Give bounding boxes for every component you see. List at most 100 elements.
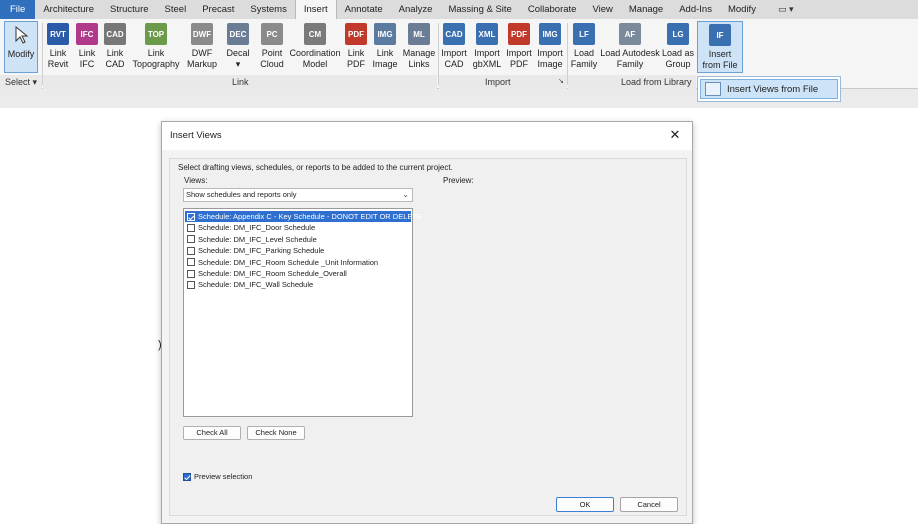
- link-button-2[interactable]: CAD Link CAD: [102, 21, 128, 73]
- tab-massing-site[interactable]: Massing & Site: [440, 0, 519, 19]
- library-if-icon: IF: [709, 24, 731, 46]
- library-button-label: Load Autodesk: [600, 48, 660, 58]
- list-item-label: Schedule: DM_IFC_Wall Schedule: [198, 280, 314, 290]
- link-button-sublabel: Markup: [186, 59, 217, 69]
- list-item-checkbox[interactable]: [187, 258, 195, 267]
- list-item-label: Schedule: DM_IFC_Level Schedule: [198, 234, 317, 244]
- link-rvt-icon: RVT: [47, 23, 69, 45]
- modify-button[interactable]: Modify: [4, 21, 38, 73]
- list-item-label: Schedule: DM_IFC_Room Schedule _Unit Inf…: [198, 257, 379, 267]
- list-item[interactable]: Schedule: DM_IFC_Wall Schedule: [185, 279, 411, 290]
- import-panel-label: Import: [485, 77, 511, 87]
- import-button-label: Import: [537, 48, 563, 58]
- dialog-body: Select drafting views, schedules, or rep…: [169, 158, 687, 516]
- link-button-9[interactable]: IMG Link Image: [370, 21, 400, 73]
- import-button-sublabel: Image: [537, 59, 563, 69]
- views-label: Views:: [184, 176, 208, 185]
- link-pc-icon: PC: [261, 23, 283, 45]
- link-button-8[interactable]: PDF Link PDF: [344, 21, 368, 73]
- tab-systems[interactable]: Systems: [242, 0, 294, 19]
- import-button-label: Import: [441, 48, 467, 58]
- link-button-4[interactable]: DWF DWF Markup: [184, 21, 220, 73]
- import-button-3[interactable]: IMG Import Image: [535, 21, 565, 73]
- views-filter-select[interactable]: Show schedules and reports only ⌄: [183, 188, 413, 202]
- import-button-0[interactable]: CAD Import CAD: [440, 21, 468, 73]
- tab-annotate[interactable]: Annotate: [337, 0, 391, 19]
- link-button-label: Manage: [402, 48, 436, 58]
- list-item[interactable]: Schedule: DM_IFC_Parking Schedule: [185, 245, 411, 256]
- tab-collaborate[interactable]: Collaborate: [520, 0, 585, 19]
- preview-selection-toggle[interactable]: Preview selection: [183, 472, 252, 481]
- preview-selection-checkbox[interactable]: [183, 472, 191, 481]
- tab-structure[interactable]: Structure: [102, 0, 157, 19]
- cancel-button[interactable]: Cancel: [620, 497, 678, 512]
- tab-architecture[interactable]: Architecture: [35, 0, 102, 19]
- chevron-down-icon: ⌄: [402, 190, 409, 199]
- list-item-checkbox[interactable]: [187, 212, 195, 221]
- import-button-label: Import: [506, 48, 532, 58]
- link-button-5[interactable]: DEC Decal ▾: [222, 21, 254, 73]
- link-button-label: Link: [106, 48, 124, 58]
- import-dialog-launcher-icon[interactable]: ↘: [558, 77, 564, 85]
- dialog-title: Insert Views: [162, 122, 692, 150]
- library-button-2[interactable]: LG Load as Group: [662, 21, 694, 73]
- library-button-1[interactable]: AF Load Autodesk Family: [599, 21, 661, 73]
- link-button-6[interactable]: PC Point Cloud: [256, 21, 288, 73]
- link-cm-icon: CM: [304, 23, 326, 45]
- link-button-7[interactable]: CM Coordination Model: [288, 21, 342, 73]
- cursor-arrow-icon: [10, 24, 32, 46]
- select-panel-label[interactable]: Select ▾: [5, 77, 37, 88]
- list-item[interactable]: Schedule: Appendix C - Key Schedule - DO…: [185, 211, 422, 222]
- list-item-label: Schedule: DM_IFC_Door Schedule: [198, 223, 316, 233]
- list-item-checkbox[interactable]: [187, 280, 195, 289]
- library-button-sublabel: from File: [702, 60, 738, 70]
- import-button-2[interactable]: PDF Import PDF: [505, 21, 533, 73]
- list-item-label: Schedule: Appendix C - Key Schedule - DO…: [198, 212, 422, 221]
- ok-button[interactable]: OK: [556, 497, 614, 512]
- insert-views-from-file-item[interactable]: Insert Views from File: [700, 79, 838, 99]
- tab-precast[interactable]: Precast: [194, 0, 242, 19]
- link-button-1[interactable]: IFC Link IFC: [74, 21, 100, 73]
- link-button-label: Link: [376, 48, 394, 58]
- link-button-label: DWF: [191, 48, 213, 58]
- link-button-label: Link: [347, 48, 365, 58]
- views-filter-value: Show schedules and reports only: [186, 190, 297, 199]
- import-cad-icon: CAD: [443, 23, 465, 45]
- close-icon[interactable]: ✕: [668, 128, 682, 142]
- tab-steel[interactable]: Steel: [157, 0, 195, 19]
- library-button-label: Load: [573, 48, 595, 58]
- list-item[interactable]: Schedule: DM_IFC_Room Schedule _Unit Inf…: [185, 257, 411, 268]
- list-item[interactable]: Schedule: DM_IFC_Level Schedule: [185, 234, 411, 245]
- link-button-3[interactable]: TOP Link Topography: [130, 21, 182, 73]
- insert-views-dialog: Insert Views ✕ Select drafting views, sc…: [161, 121, 693, 524]
- panel-toggle-icon[interactable]: ▭ ▾: [778, 0, 794, 19]
- tab-add-ins[interactable]: Add-Ins: [671, 0, 720, 19]
- import-img-icon: IMG: [539, 23, 561, 45]
- list-item[interactable]: Schedule: DM_IFC_Room Schedule_Overall: [185, 268, 411, 279]
- import-button-1[interactable]: XML Import gbXML: [471, 21, 503, 73]
- link-ifc-icon: IFC: [76, 23, 98, 45]
- import-button-sublabel: CAD: [444, 59, 464, 69]
- tab-insert[interactable]: Insert: [294, 0, 337, 19]
- list-item-checkbox[interactable]: [187, 235, 195, 244]
- list-item-checkbox[interactable]: [187, 269, 195, 278]
- tab-manage[interactable]: Manage: [621, 0, 671, 19]
- link-button-10[interactable]: ML Manage Links: [402, 21, 436, 73]
- check-all-button[interactable]: Check All: [183, 426, 241, 440]
- list-item-checkbox[interactable]: [187, 246, 195, 255]
- link-button-label: Link: [78, 48, 96, 58]
- preview-label: Preview:: [443, 176, 474, 185]
- link-button-sublabel: Links: [408, 59, 430, 69]
- views-list[interactable]: Schedule: Appendix C - Key Schedule - DO…: [183, 208, 422, 417]
- tab-view[interactable]: View: [584, 0, 620, 19]
- tab-analyze[interactable]: Analyze: [391, 0, 441, 19]
- library-button-3[interactable]: IF Insert from File: [697, 21, 743, 73]
- link-button-0[interactable]: RVT Link Revit: [44, 21, 72, 73]
- tab-file[interactable]: File: [0, 0, 36, 19]
- list-item[interactable]: Schedule: DM_IFC_Door Schedule: [185, 222, 411, 233]
- import-button-sublabel: PDF: [510, 59, 528, 69]
- list-item-checkbox[interactable]: [187, 223, 195, 232]
- tab-modify[interactable]: Modify: [720, 0, 764, 19]
- library-button-0[interactable]: LF Load Family: [570, 21, 598, 73]
- check-none-button[interactable]: Check None: [247, 426, 305, 440]
